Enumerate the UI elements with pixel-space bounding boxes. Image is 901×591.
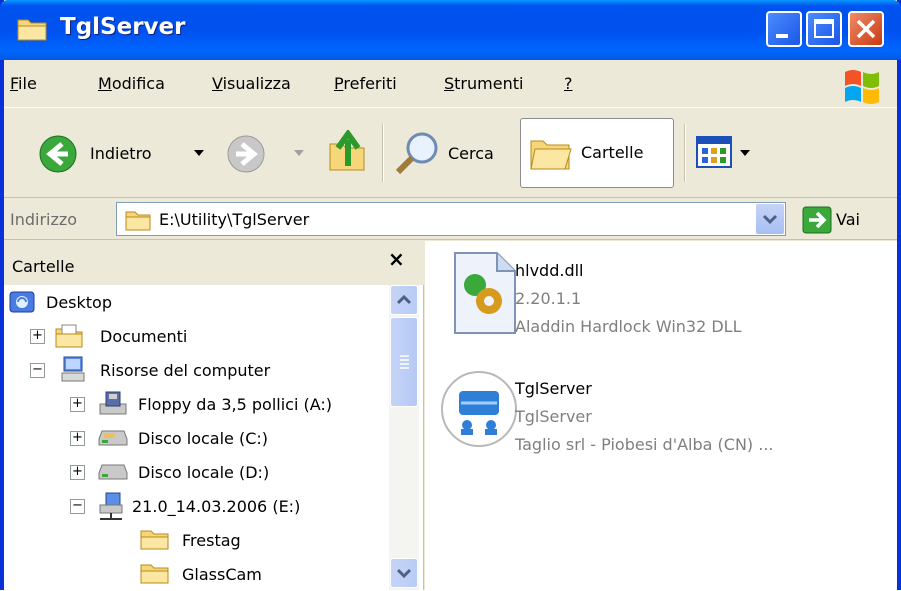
tree-item-disco-c[interactable]: + Disco locale (C:)	[70, 421, 388, 455]
go-label: Vai	[836, 210, 860, 229]
folders-icon	[530, 140, 572, 170]
folder-icon	[140, 530, 169, 550]
close-icon	[856, 19, 876, 39]
tree-item-disco-d[interactable]: + Disco locale (D:)	[70, 455, 388, 489]
minimize-icon	[776, 34, 788, 38]
expand-button[interactable]: +	[30, 329, 45, 344]
forward-dropdown-icon[interactable]	[294, 150, 304, 158]
folder-tree: Desktop + Documenti − Risorse del comput…	[4, 285, 388, 590]
menu-modifica[interactable]: Modifica	[98, 74, 165, 93]
address-dropdown-button[interactable]	[756, 204, 784, 234]
close-button[interactable]	[848, 11, 884, 47]
folders-button[interactable]: Cartelle	[520, 118, 674, 188]
back-arrow-icon	[39, 135, 77, 173]
tree-item-drive-e[interactable]: − 21.0_14.03.2006 (E:)	[70, 489, 388, 523]
menu-bar: File Modifica Visualizza Preferiti Strum…	[4, 60, 897, 108]
folder-icon	[140, 564, 169, 584]
drive-icon	[98, 464, 128, 480]
forward-button[interactable]	[226, 120, 312, 186]
computer-icon	[61, 356, 85, 382]
title-bar[interactable]: TglServer	[0, 0, 901, 60]
folder-icon	[125, 211, 151, 231]
chevron-down-icon	[762, 214, 778, 225]
chevron-up-icon	[396, 294, 412, 305]
file-item-hlvdd[interactable]: hlvdd.dll 2.20.1.1 Aladdin Hardlock Win3…	[435, 245, 885, 345]
menu-strumenti[interactable]: Strumenti	[444, 74, 523, 93]
collapse-button[interactable]: −	[30, 363, 45, 378]
folder-tree-scrollbar[interactable]	[389, 285, 419, 590]
folders-pane: Cartelle × Desktop + Documenti − Risorse…	[4, 241, 424, 590]
folders-pane-title: Cartelle	[12, 257, 75, 276]
tree-item-frestag[interactable]: Frestag	[140, 523, 388, 557]
tree-item-glasscam[interactable]: GlassCam	[140, 557, 388, 590]
search-button[interactable]: Cerca	[392, 120, 512, 186]
address-path: E:\Utility\TglServer	[159, 210, 310, 229]
address-label: Indirizzo	[10, 210, 78, 229]
up-folder-button[interactable]	[324, 120, 370, 186]
file-item-tglserver[interactable]: TglServer TglServer Taglio srl - Piobesi…	[435, 363, 885, 463]
scroll-thumb[interactable]	[390, 317, 418, 407]
back-dropdown-icon[interactable]	[194, 150, 204, 158]
tree-item-desktop[interactable]: Desktop	[8, 285, 388, 319]
back-label: Indietro	[90, 144, 152, 163]
views-icon	[696, 136, 732, 168]
menu-visualizza[interactable]: Visualizza	[212, 74, 291, 93]
minimize-button[interactable]	[766, 11, 802, 47]
window-title: TglServer	[60, 14, 186, 40]
desktop-icon	[9, 291, 35, 313]
address-input[interactable]: E:\Utility\TglServer	[116, 202, 786, 236]
search-icon	[395, 132, 438, 175]
file-company: Taglio srl - Piobesi d'Alba (CN) ...	[515, 435, 774, 454]
collapse-button[interactable]: −	[70, 499, 85, 514]
views-dropdown-icon[interactable]	[740, 150, 750, 158]
go-button[interactable]	[802, 206, 832, 234]
toolbar-separator	[684, 124, 686, 182]
views-button[interactable]	[696, 120, 766, 186]
file-product: TglServer	[515, 407, 592, 426]
network-drive-icon	[99, 492, 123, 520]
folders-pane-header: Cartelle ×	[4, 241, 424, 285]
menu-help[interactable]: ?	[564, 74, 573, 93]
folders-pane-close-button[interactable]: ×	[388, 247, 405, 271]
forward-arrow-icon	[227, 135, 265, 173]
scroll-up-button[interactable]	[390, 285, 418, 315]
tree-item-documenti[interactable]: + Documenti	[30, 319, 388, 353]
up-folder-icon	[329, 130, 365, 171]
file-description: Aladdin Hardlock Win32 DLL	[515, 317, 742, 336]
tree-item-floppy[interactable]: + Floppy da 3,5 pollici (A:)	[70, 387, 388, 421]
file-list: hlvdd.dll 2.20.1.1 Aladdin Hardlock Win3…	[425, 241, 897, 590]
floppy-icon	[99, 391, 127, 415]
toolbar-separator	[382, 124, 384, 182]
expand-button[interactable]: +	[70, 465, 85, 480]
windows-logo-icon	[845, 70, 879, 104]
grip-icon	[400, 355, 409, 369]
maximize-button[interactable]	[806, 11, 842, 47]
maximize-icon	[814, 19, 834, 38]
toolbar: Indietro Cerca Cartelle	[4, 110, 897, 198]
scroll-down-button[interactable]	[390, 558, 418, 588]
search-label: Cerca	[448, 144, 494, 163]
chevron-down-icon	[396, 568, 412, 579]
drive-icon	[98, 430, 128, 446]
menu-file[interactable]: File	[10, 74, 37, 93]
file-version: 2.20.1.1	[515, 289, 582, 308]
back-button[interactable]: Indietro	[38, 120, 218, 186]
file-name: hlvdd.dll	[515, 261, 584, 280]
menu-preferiti[interactable]: Preferiti	[334, 74, 397, 93]
file-name: TglServer	[515, 379, 592, 398]
expand-button[interactable]: +	[70, 431, 85, 446]
address-bar: Indirizzo E:\Utility\TglServer Vai	[4, 198, 897, 240]
tree-item-risorse-del-computer[interactable]: − Risorse del computer	[30, 353, 388, 387]
folders-label: Cartelle	[581, 143, 644, 162]
documents-icon	[55, 324, 83, 348]
dll-icon	[454, 252, 516, 334]
expand-button[interactable]: +	[70, 397, 85, 412]
explorer-window: TglServer File Modifica Visualizza Prefe…	[0, 0, 901, 590]
go-arrow-icon	[802, 206, 832, 234]
folder-icon	[17, 19, 47, 41]
app-icon	[441, 371, 517, 447]
